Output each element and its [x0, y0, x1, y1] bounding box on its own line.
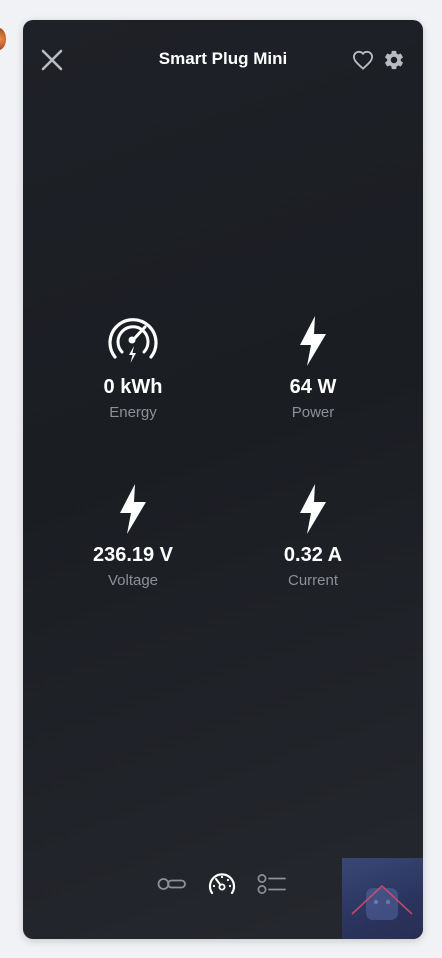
sensor-label: Power	[291, 404, 335, 421]
watermark	[342, 858, 423, 939]
heart-outline-icon	[352, 50, 374, 70]
close-button[interactable]	[37, 45, 67, 75]
sensor-label: Energy	[109, 404, 157, 421]
sensor-label: Current	[287, 572, 339, 589]
sensor-value: 236.19 V	[92, 544, 174, 566]
tab-controls[interactable]	[156, 868, 188, 900]
checklist-icon	[257, 874, 286, 894]
favorite-button[interactable]	[350, 47, 376, 73]
tab-sensors[interactable]	[206, 868, 238, 900]
sensor-value: 64 W	[289, 376, 337, 398]
sensor-current[interactable]: 0.32 A Current	[223, 481, 403, 591]
lightning-bolt-icon	[300, 484, 326, 534]
gear-icon	[385, 50, 403, 70]
sensor-power[interactable]: 64 W Power	[223, 313, 403, 423]
toggle-switch-icon	[157, 878, 186, 890]
device-dialog: Smart Plug Mini 0 kWh Energy 64 W Power …	[23, 20, 423, 939]
lightning-bolt-icon	[300, 316, 326, 366]
home-logo-icon	[351, 884, 413, 920]
tab-list[interactable]	[256, 868, 288, 900]
sensor-voltage[interactable]: 236.19 V Voltage	[43, 481, 223, 591]
sensor-value: 0.32 A	[283, 544, 343, 566]
close-icon	[41, 49, 63, 71]
sensor-value: 0 kWh	[103, 376, 163, 398]
gauge-bolt-icon	[108, 318, 158, 363]
sensor-label: Voltage	[107, 572, 159, 589]
dialog-title: Smart Plug Mini	[158, 49, 288, 68]
speedometer-icon	[208, 873, 236, 895]
avatar[interactable]	[0, 28, 6, 50]
lightning-bolt-icon	[120, 484, 146, 534]
sensor-energy[interactable]: 0 kWh Energy	[43, 313, 223, 423]
settings-button[interactable]	[381, 47, 407, 73]
